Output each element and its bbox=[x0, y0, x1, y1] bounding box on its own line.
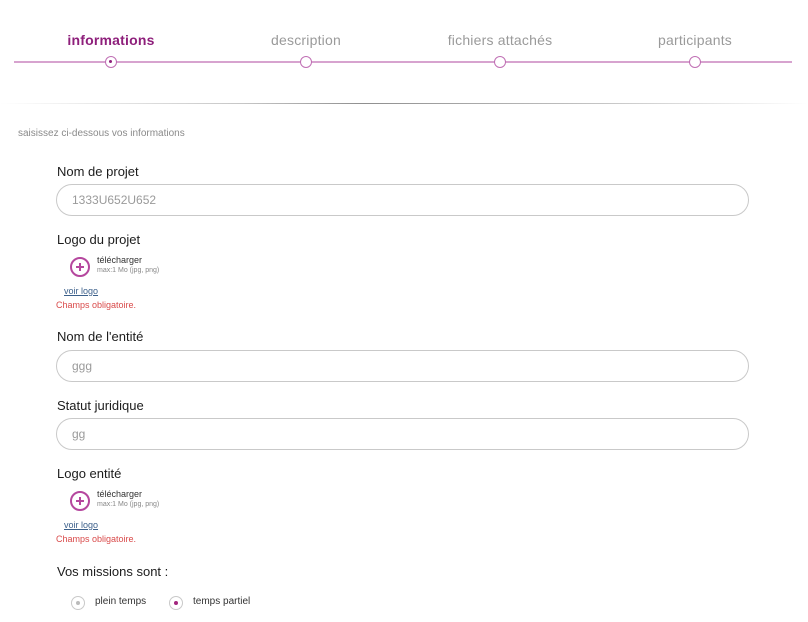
step-label[interactable]: fichiers attachés bbox=[400, 30, 600, 50]
upload-hint: max:1 Mo (jpg, png) bbox=[97, 501, 160, 508]
entity-name-label: Nom de l'entité bbox=[57, 329, 144, 344]
legal-status-label: Statut juridique bbox=[57, 398, 144, 413]
project-logo-required-message: Champs obligatoire. bbox=[56, 300, 137, 310]
radio-button-selected[interactable] bbox=[169, 596, 183, 610]
missions-label: Vos missions sont : bbox=[57, 564, 169, 579]
entity-name-input[interactable] bbox=[56, 350, 749, 382]
legal-status-input[interactable] bbox=[56, 418, 749, 450]
view-entity-logo-link[interactable]: voir logo bbox=[64, 520, 98, 530]
section-divider bbox=[0, 103, 808, 104]
radio-label[interactable]: plein temps bbox=[95, 596, 146, 607]
step-label[interactable]: description bbox=[206, 30, 406, 50]
step-dot[interactable] bbox=[300, 56, 312, 68]
add-circle-icon[interactable] bbox=[70, 257, 90, 277]
add-circle-icon[interactable] bbox=[70, 491, 90, 511]
form-intro: saisissez ci-dessous vos informations bbox=[18, 128, 185, 139]
step-label[interactable]: informations bbox=[11, 30, 211, 50]
step-description[interactable]: description bbox=[206, 30, 406, 68]
step-informations[interactable]: informations bbox=[11, 30, 211, 68]
project-logo-label: Logo du projet bbox=[57, 232, 141, 247]
upload-label[interactable]: télécharger bbox=[97, 489, 142, 499]
project-name-input[interactable] bbox=[56, 184, 749, 216]
entity-logo-upload[interactable]: télécharger max:1 Mo (jpg, png) bbox=[70, 489, 270, 513]
stepper-line bbox=[14, 61, 792, 63]
view-project-logo-link[interactable]: voir logo bbox=[64, 286, 98, 296]
progress-stepper: informations description fichiers attach… bbox=[0, 0, 808, 104]
project-logo-upload[interactable]: télécharger max:1 Mo (jpg, png) bbox=[70, 255, 270, 279]
step-fichiers-attaches[interactable]: fichiers attachés bbox=[400, 30, 600, 68]
step-participants[interactable]: participants bbox=[595, 30, 795, 68]
step-dot-current[interactable] bbox=[105, 56, 117, 68]
radio-button[interactable] bbox=[71, 596, 85, 610]
step-dot[interactable] bbox=[689, 56, 701, 68]
step-dot[interactable] bbox=[494, 56, 506, 68]
entity-logo-label: Logo entité bbox=[57, 466, 122, 481]
project-name-label: Nom de projet bbox=[57, 164, 139, 179]
upload-hint: max:1 Mo (jpg, png) bbox=[97, 267, 160, 274]
upload-label[interactable]: télécharger bbox=[97, 255, 142, 265]
entity-logo-required-message: Champs obligatoire. bbox=[56, 534, 137, 544]
step-label[interactable]: participants bbox=[595, 30, 795, 50]
radio-label[interactable]: temps partiel bbox=[193, 596, 250, 607]
